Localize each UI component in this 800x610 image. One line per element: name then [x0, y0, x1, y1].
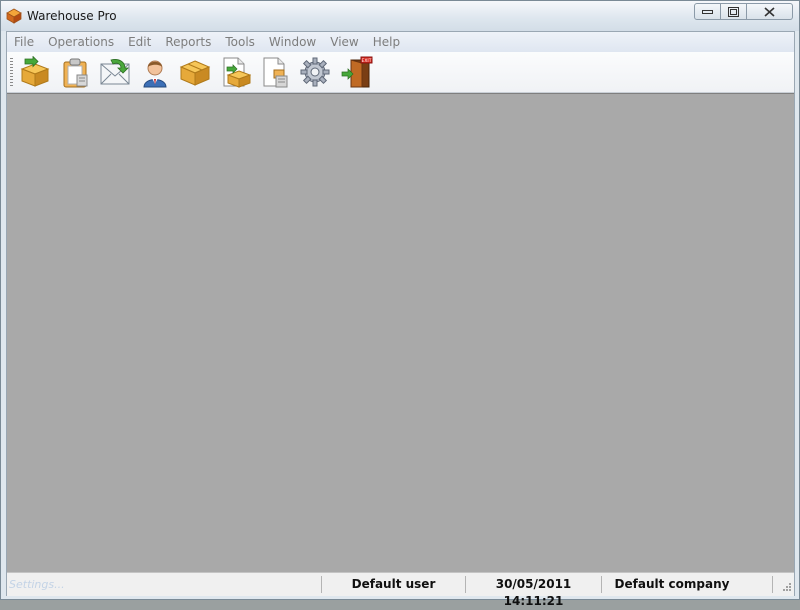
package-icon [179, 56, 211, 88]
svg-text:EXIT: EXIT [361, 58, 371, 64]
status-company: Default company [602, 576, 742, 593]
minimize-button[interactable] [694, 3, 721, 20]
mail-icon [99, 56, 131, 88]
caption-buttons [694, 3, 793, 22]
menu-bar: File Operations Edit Reports Tools Windo… [7, 32, 794, 52]
receive-goods-button[interactable] [18, 55, 52, 89]
menu-tools[interactable]: Tools [218, 32, 262, 52]
app-window: Warehouse Pro File Operations Edit Repor… [0, 0, 800, 600]
status-bar: Settings... Default user 30/05/2011 14:1… [7, 572, 794, 596]
settings-button[interactable] [298, 55, 332, 89]
client-area: File Operations Edit Reports Tools Windo… [6, 31, 795, 596]
document-receipt-button[interactable] [218, 55, 252, 89]
toolbar: EXIT [7, 52, 794, 93]
restore-button[interactable] [721, 3, 747, 20]
close-button[interactable] [747, 3, 793, 20]
mail-button[interactable] [98, 55, 132, 89]
status-settings: Settings... [9, 576, 65, 593]
document-report-button[interactable] [258, 55, 292, 89]
resize-grip-icon[interactable] [780, 582, 792, 594]
exit-door-icon: EXIT [341, 56, 373, 88]
menu-help[interactable]: Help [366, 32, 407, 52]
user-icon [139, 56, 171, 88]
status-separator [772, 576, 773, 593]
user-button[interactable] [138, 55, 172, 89]
document-report-icon [259, 56, 291, 88]
clipboard-inventory-icon [59, 56, 91, 88]
title-bar[interactable]: Warehouse Pro [1, 1, 799, 31]
clipboard-inventory-button[interactable] [58, 55, 92, 89]
document-receipt-icon [219, 56, 251, 88]
menu-file[interactable]: File [7, 32, 41, 52]
toolbar-grip[interactable] [10, 58, 13, 86]
gear-icon [299, 56, 331, 88]
status-user: Default user [322, 576, 465, 593]
menu-view[interactable]: View [323, 32, 365, 52]
window-title: Warehouse Pro [27, 9, 117, 23]
exit-button[interactable]: EXIT [340, 55, 374, 89]
restore-icon [728, 7, 739, 17]
close-icon [764, 7, 775, 17]
menu-reports[interactable]: Reports [158, 32, 218, 52]
status-datetime: 30/05/2011 14:11:21 [466, 576, 601, 593]
warehouse-box-icon [6, 8, 22, 24]
menu-window[interactable]: Window [262, 32, 323, 52]
package-button[interactable] [178, 55, 212, 89]
menu-edit[interactable]: Edit [121, 32, 158, 52]
minimize-icon [702, 7, 713, 16]
menu-operations[interactable]: Operations [41, 32, 121, 52]
mdi-workspace[interactable] [7, 93, 794, 573]
receive-goods-icon [19, 56, 51, 88]
